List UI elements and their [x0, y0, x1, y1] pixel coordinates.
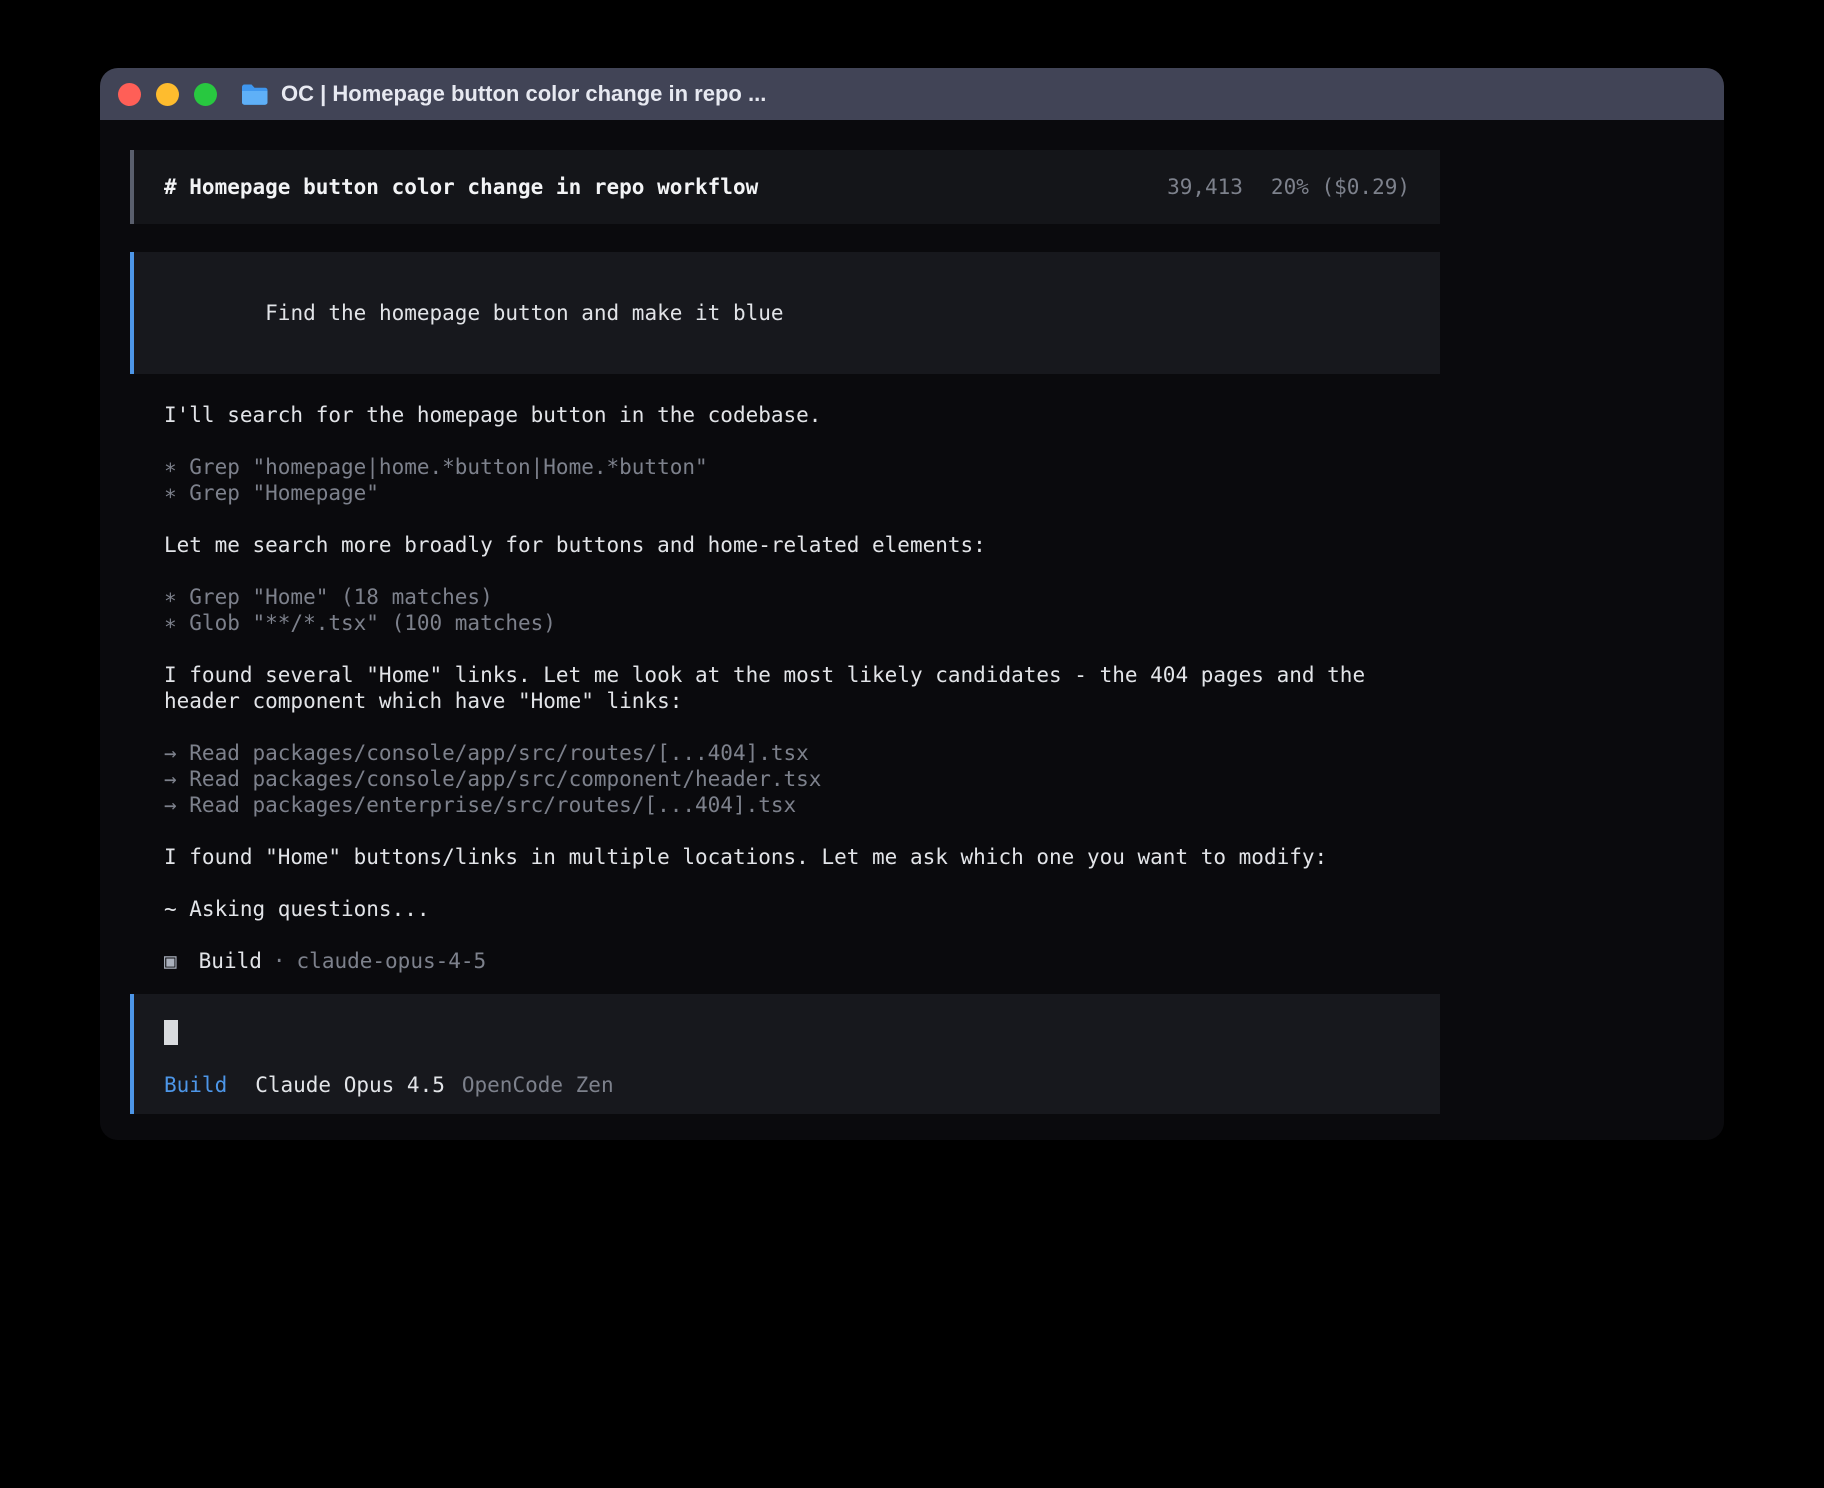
assistant-text: I'll search for the homepage button in t… — [164, 402, 1440, 428]
input-provider: OpenCode Zen — [462, 1072, 614, 1098]
context-usage: 20% ($0.29) — [1271, 174, 1410, 200]
session-column: # Homepage button color change in repo w… — [130, 120, 1440, 1140]
terminal-window: OC | Homepage button color change in rep… — [100, 68, 1724, 1140]
separator-dot: · — [273, 948, 286, 974]
status-footer: ········ esc interrupt ctrl+t variants t… — [130, 1128, 1440, 1140]
tool-call-read: → Read packages/console/app/src/routes/[… — [164, 740, 1440, 766]
footer-right: ctrl+t variants tab agents ctrl+p comman… — [616, 1128, 1440, 1140]
agent-model: claude-opus-4-5 — [297, 948, 487, 974]
token-count: 39,413 — [1167, 174, 1243, 200]
tool-call-grep: ∗ Grep "homepage|home.*button|Home.*butt… — [164, 454, 1440, 480]
folder-icon — [241, 83, 268, 105]
shortcut-hint: ctrl+p commands — [1174, 1128, 1440, 1140]
agent-status-row: ▣ Build · claude-opus-4-5 — [164, 948, 1440, 974]
minimize-button[interactable] — [156, 83, 179, 106]
tool-call-grep: ∗ Grep "Home" (18 matches) — [164, 584, 1440, 610]
agent-name: Build — [199, 948, 262, 974]
tool-call-glob: ∗ Glob "**/*.tsx" (100 matches) — [164, 610, 1440, 636]
status-asking-questions: ~ Asking questions... — [164, 896, 1440, 922]
input-status-row: Build Claude Opus 4.5 OpenCode Zen — [164, 1072, 1410, 1098]
session-header: # Homepage button color change in repo w… — [130, 150, 1440, 224]
session-title: # Homepage button color change in repo w… — [164, 174, 758, 200]
assistant-text: I found several "Home" links. Let me loo… — [164, 662, 1440, 714]
text-cursor — [164, 1020, 178, 1045]
terminal-content: # Homepage button color change in repo w… — [100, 120, 1724, 1140]
traffic-lights — [118, 83, 217, 106]
transcript: I'll search for the homepage button in t… — [130, 402, 1440, 974]
window-title: OC | Homepage button color change in rep… — [281, 81, 766, 107]
shortcut-hint: ctrl+t variants — [616, 1128, 882, 1140]
title-wrap: OC | Homepage button color change in rep… — [241, 81, 766, 107]
input-mode: Build — [164, 1072, 227, 1098]
tool-call-read: → Read packages/console/app/src/componen… — [164, 766, 1440, 792]
assistant-text: Let me search more broadly for buttons a… — [164, 532, 1440, 558]
user-message-text: Find the homepage button and make it blu… — [265, 301, 783, 325]
shortcut-hint: tab agents — [908, 1128, 1149, 1140]
agent-icon: ▣ — [164, 948, 177, 974]
zoom-button[interactable] — [194, 83, 217, 106]
user-message-block: Find the homepage button and make it blu… — [130, 252, 1440, 374]
titlebar[interactable]: OC | Homepage button color change in rep… — [100, 68, 1724, 120]
prompt-input[interactable]: Build Claude Opus 4.5 OpenCode Zen — [130, 994, 1440, 1114]
input-model: Claude Opus 4.5 — [255, 1072, 445, 1098]
tool-call-grep: ∗ Grep "Homepage" — [164, 480, 1440, 506]
session-stats: 39,413 20% ($0.29) — [1167, 174, 1410, 200]
close-button[interactable] — [118, 83, 141, 106]
tool-call-read: → Read packages/enterprise/src/routes/[.… — [164, 792, 1440, 818]
assistant-text: I found "Home" buttons/links in multiple… — [164, 844, 1440, 870]
